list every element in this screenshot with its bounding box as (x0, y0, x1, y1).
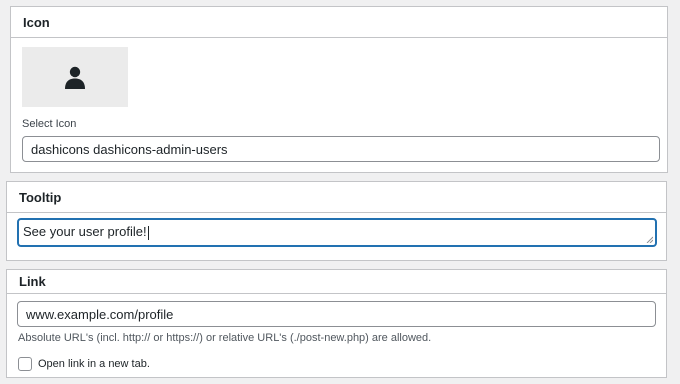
link-help-text: Absolute URL's (incl. http:// or https:/… (18, 332, 432, 344)
new-tab-checkbox[interactable] (18, 357, 32, 371)
tooltip-panel-title: Tooltip (7, 182, 666, 213)
text-caret (147, 225, 149, 240)
icon-preview[interactable] (22, 47, 128, 107)
admin-users-icon (65, 66, 85, 89)
link-panel: Link www.example.com/profile Absolute UR… (6, 269, 667, 378)
link-url-input[interactable]: www.example.com/profile (17, 301, 656, 327)
tooltip-textarea[interactable]: See your user profile! (17, 218, 657, 247)
link-panel-title: Link (7, 270, 666, 294)
icon-panel-title: Icon (11, 7, 667, 38)
new-tab-label[interactable]: Open link in a new tab. (38, 358, 150, 370)
tooltip-text: See your user profile! (23, 224, 147, 239)
tooltip-panel: Tooltip See your user profile! (6, 181, 667, 261)
resize-handle-icon[interactable] (646, 236, 653, 243)
icon-class-input[interactable]: dashicons dashicons-admin-users (22, 136, 660, 162)
icon-panel: Icon Select Icon dashicons dashicons-adm… (10, 6, 668, 173)
select-icon-label: Select Icon (22, 118, 77, 130)
